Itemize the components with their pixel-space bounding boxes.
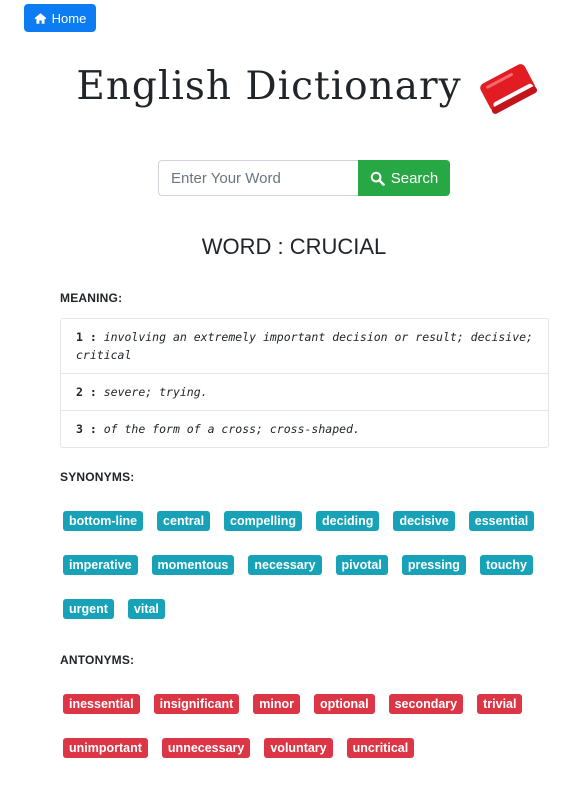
search-input[interactable] <box>158 160 358 196</box>
meaning-item: 1 : involving an extremely important dec… <box>61 319 548 373</box>
antonym-tag[interactable]: unnecessary <box>161 738 251 758</box>
search-bar: Search <box>158 160 450 196</box>
meaning-text: severe; trying. <box>103 385 208 399</box>
synonym-tag[interactable]: urgent <box>63 599 114 619</box>
meaning-list: 1 : involving an extremely important dec… <box>60 318 549 448</box>
home-icon <box>34 12 47 24</box>
meaning-text: involving an extremely important decisio… <box>76 330 533 362</box>
book-icon <box>479 64 537 114</box>
word-heading: WORD : CRUCIAL <box>201 234 387 259</box>
synonym-tag[interactable]: pressing <box>401 555 466 575</box>
meaning-text: of the form of a cross; cross-shaped. <box>103 422 360 436</box>
meaning-number: 2 : <box>76 385 97 399</box>
antonym-tag[interactable]: optional <box>313 694 375 714</box>
antonym-tag[interactable]: secondary <box>388 694 464 714</box>
antonym-tag[interactable]: voluntary <box>264 738 333 758</box>
meaning-item: 2 : severe; trying. <box>61 373 548 410</box>
synonym-tag[interactable]: pivotal <box>335 555 388 575</box>
antonym-list: inessential insignificant minor optional… <box>63 694 553 758</box>
antonym-tag[interactable]: trivial <box>477 694 523 714</box>
page-title-text: English Dictionary <box>76 63 462 109</box>
synonym-tag[interactable]: momentous <box>151 555 235 575</box>
antonym-tag[interactable]: unimportant <box>63 738 148 758</box>
synonym-tag[interactable]: central <box>157 511 211 531</box>
synonym-tag[interactable]: deciding <box>316 511 380 531</box>
synonym-tag[interactable]: compelling <box>224 511 303 531</box>
antonym-tag[interactable]: inessential <box>63 694 140 714</box>
search-button[interactable]: Search <box>358 160 450 196</box>
antonyms-label: ANTONYMS: <box>60 653 135 667</box>
home-button-label: Home <box>51 10 87 26</box>
synonym-tag[interactable]: bottom-line <box>63 511 144 531</box>
page-title: English Dictionary <box>0 58 588 114</box>
synonym-tag[interactable]: necessary <box>248 555 322 575</box>
antonym-tag[interactable]: minor <box>253 694 300 714</box>
synonyms-label: SYNONYMS: <box>60 470 135 484</box>
synonym-list: bottom-line central compelling deciding … <box>63 511 553 619</box>
synonym-tag[interactable]: imperative <box>63 555 138 575</box>
synonym-tag[interactable]: vital <box>127 599 165 619</box>
meaning-number: 1 : <box>76 330 97 344</box>
antonym-tag[interactable]: insignificant <box>153 694 240 714</box>
synonym-tag[interactable]: essential <box>468 511 535 531</box>
home-button[interactable]: Home <box>24 4 96 32</box>
antonym-tag[interactable]: uncritical <box>346 738 415 758</box>
meaning-number: 3 : <box>76 422 97 436</box>
synonym-tag[interactable]: decisive <box>393 511 455 531</box>
search-icon <box>370 171 385 186</box>
synonym-tag[interactable]: touchy <box>479 555 533 575</box>
meaning-label: MEANING: <box>60 291 123 305</box>
search-button-label: Search <box>390 169 439 187</box>
meaning-item: 3 : of the form of a cross; cross-shaped… <box>61 410 548 447</box>
